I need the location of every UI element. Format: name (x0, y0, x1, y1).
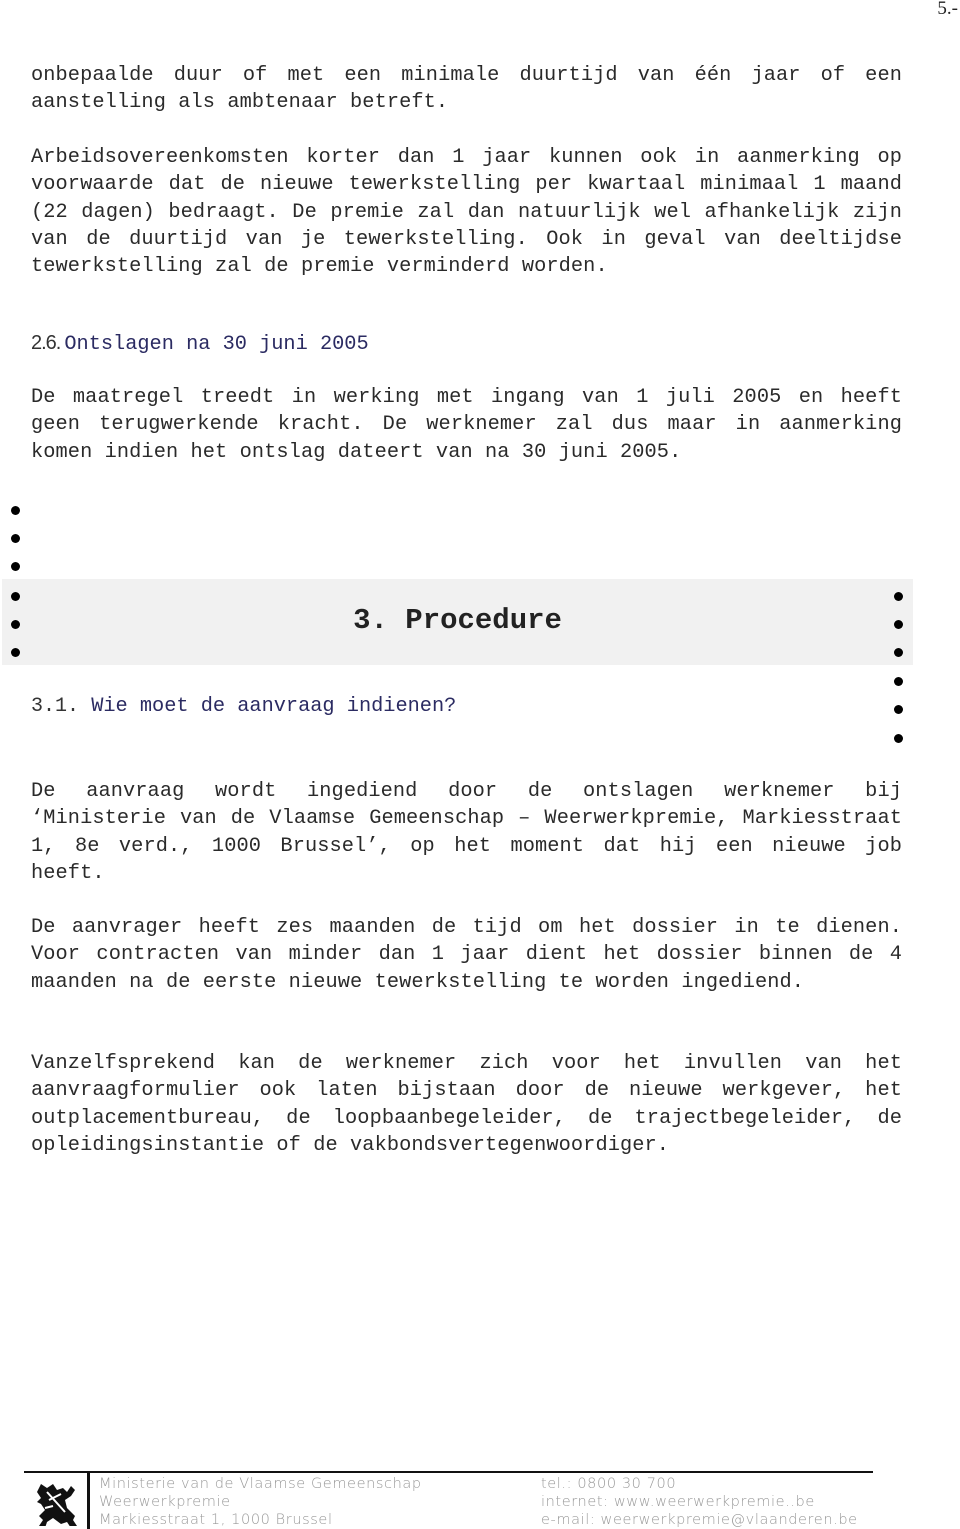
bullet-marker (894, 620, 903, 629)
footer-vertical-divider (87, 1471, 90, 1529)
paragraph-short-contracts: Arbeidsovereenkomsten korter dan 1 jaar … (31, 146, 902, 279)
footer-street: Markiesstraat 1, 1000 Brussel (99, 1512, 333, 1528)
bullet-marker (894, 677, 903, 686)
bullet-marker (11, 592, 20, 601)
footer-phone: tel.: 0800 30 700 (541, 1476, 677, 1492)
section-title: Ontslagen na 30 juni 2005 (64, 333, 369, 356)
paragraph-start-date: De maatregel treedt in werking met ingan… (31, 386, 902, 464)
footer-divider (24, 1471, 873, 1473)
footer-program: Weerwerkpremie (99, 1494, 231, 1510)
bullet-marker (11, 534, 20, 543)
section-heading-2-6: 2.6. Ontslagen na 30 juni 2005 (31, 330, 369, 358)
chapter-title: 3. Procedure (353, 604, 562, 637)
page-number: 5.- (937, 0, 958, 19)
paragraph-contract-duration: onbepaalde duur of met een minimale duur… (31, 64, 902, 115)
footer-address: Ministerie van de Vlaamse Gemeenschap We… (99, 1475, 422, 1529)
bullet-marker (11, 620, 20, 629)
section-title: Wie moet de aanvraag indienen? (91, 695, 457, 718)
bullet-marker (894, 734, 903, 743)
paragraph-submission: De aanvraag wordt ingediend door de onts… (31, 780, 902, 885)
section-heading-3-1: 3.1. Wie moet de aanvraag indienen? (31, 693, 456, 720)
bullet-marker (894, 648, 903, 657)
bullet-marker (894, 705, 903, 714)
footer-ministry: Ministerie van de Vlaamse Gemeenschap (99, 1476, 422, 1492)
bullet-marker (11, 506, 20, 515)
paragraph-assistance: Vanzelfsprekend kan de werknemer zich vo… (31, 1052, 902, 1157)
bullet-marker (11, 648, 20, 657)
section-number: 3.1. (31, 695, 80, 718)
footer-contact: tel.: 0800 30 700 internet: www.weerwerk… (541, 1475, 858, 1529)
section-number: 2.6. (31, 332, 61, 354)
paragraph-deadline: De aanvrager heeft zes maanden de tijd o… (31, 916, 902, 994)
bullet-marker (894, 592, 903, 601)
bullet-marker (11, 562, 20, 571)
flemish-lion-icon (37, 1484, 77, 1526)
footer-website[interactable]: internet: www.weerwerkpremie..be (541, 1493, 858, 1511)
footer-email[interactable]: e-mail: weerwerkpremie@vlaanderen.be (541, 1511, 858, 1529)
